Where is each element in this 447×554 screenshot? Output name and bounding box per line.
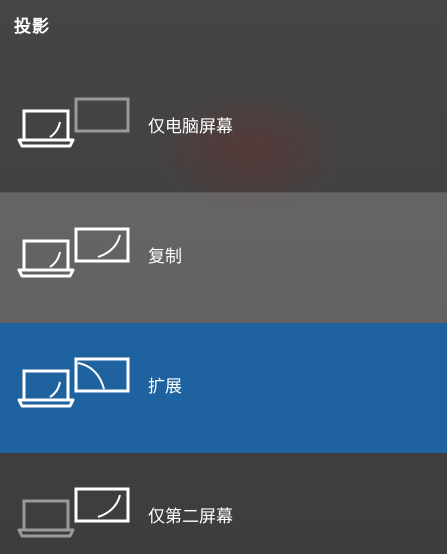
duplicate-icon — [17, 227, 130, 278]
pc-screen-only-icon — [17, 97, 130, 148]
option-label: 复制 — [148, 247, 182, 267]
option-duplicate[interactable]: 复制 — [0, 193, 447, 323]
second-screen-only-icon — [17, 487, 130, 538]
option-pc-screen-only[interactable]: 仅电脑屏幕 — [0, 63, 447, 193]
extend-icon — [17, 357, 130, 408]
panel-title: 投影 — [14, 17, 50, 37]
option-label: 扩展 — [148, 377, 182, 397]
option-extend[interactable]: 扩展 — [0, 323, 447, 453]
option-label: 仅第二屏幕 — [148, 507, 233, 527]
option-second-screen-only[interactable]: 仅第二屏幕 — [0, 453, 447, 554]
project-panel: 投影 仅电脑屏幕 复制 扩展 仅第二屏幕 — [0, 0, 447, 554]
option-label: 仅电脑屏幕 — [148, 117, 233, 137]
